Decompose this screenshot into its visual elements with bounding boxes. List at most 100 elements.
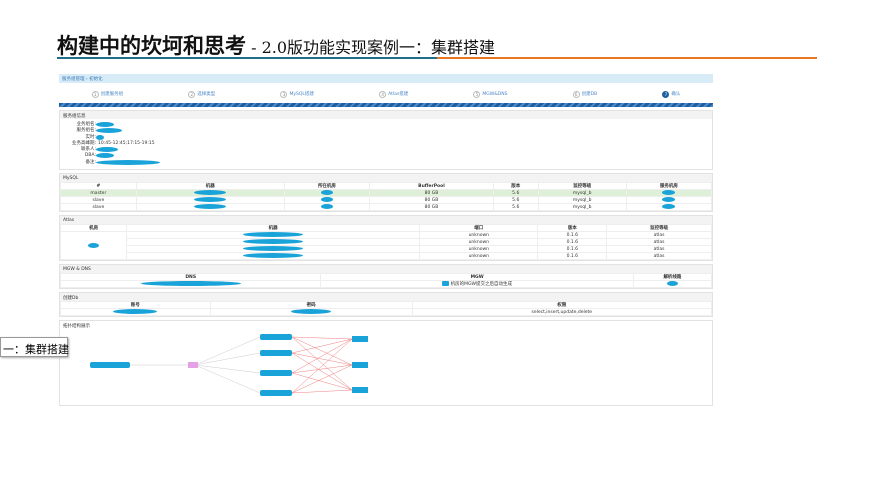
topo-node-dns xyxy=(90,362,130,369)
step-number: 2 xyxy=(188,90,196,98)
col-header: # xyxy=(60,182,137,191)
table-row: unknown 0.1.6 atlas xyxy=(61,252,712,261)
cell: mysql_b xyxy=(537,196,627,205)
cell: atlas xyxy=(606,245,712,254)
table-row: master 80 GB 5.6 mysql_b xyxy=(60,189,713,198)
table-row: unknown 0.1.6 atlas xyxy=(61,238,712,247)
col-header: 服务机房 xyxy=(625,182,713,191)
topo-node-atlas xyxy=(260,390,292,397)
col-header: DNS xyxy=(59,273,322,282)
col-header: 端口 xyxy=(419,224,539,233)
cell: mysql_b xyxy=(537,189,627,198)
redacted xyxy=(88,242,100,248)
redacted xyxy=(96,159,160,165)
info-panel: 服务组信息 业务组名: 服务组名: 实时: 业务高峰期: 10:45-12:45;17:… xyxy=(59,110,713,171)
redacted xyxy=(243,253,304,259)
step-number: 4 xyxy=(379,90,387,98)
col-header: 机房 xyxy=(59,224,128,233)
wizard-steps: 1 创建服务组 2 选择类型 3 MySQL搭建 4 Atlas搭建 5 MGW&DNS 6 创建DB… xyxy=(59,85,713,103)
topo-node-mysql xyxy=(352,387,368,394)
redacted xyxy=(662,197,676,203)
redacted xyxy=(666,281,678,287)
cell: 0.1.6 xyxy=(537,252,608,261)
step-label: MGW&DNS xyxy=(482,91,508,97)
atlas-table: 机房 机器 端口 版本 监控等级 unknown 0.1.6 atlas unknown 0.1.… xyxy=(59,224,712,261)
col-header: MGW xyxy=(320,273,634,282)
wizard-step[interactable]: 2 选择类型 xyxy=(188,90,215,98)
redacted xyxy=(194,204,227,210)
panel-title: 创建Db xyxy=(60,293,712,302)
topology-panel: 拓扑结构展示 xyxy=(59,320,713,407)
step-label: 确认 xyxy=(671,92,681,97)
wizard-step[interactable]: 4 Atlas搭建 xyxy=(379,90,409,98)
step-number: 3 xyxy=(280,90,288,98)
redacted xyxy=(662,204,676,210)
redacted xyxy=(662,190,676,196)
redacted xyxy=(320,197,333,203)
step-number: 5 xyxy=(473,90,481,98)
table-row: slave 80 GB 5.6 mysql_b xyxy=(60,196,713,205)
redacted xyxy=(320,204,333,210)
cell: atlas xyxy=(606,252,712,261)
panel-title: 拓扑结构展示 xyxy=(60,321,712,330)
col-header: 机器 xyxy=(126,224,421,233)
redacted xyxy=(140,281,241,287)
wizard-step[interactable]: 3 MySQL搭建 xyxy=(280,90,314,98)
topo-node-mgw xyxy=(188,362,198,369)
col-header: 监控等级 xyxy=(606,224,712,233)
col-header: 密码 xyxy=(209,301,413,310)
info-row: 备注: xyxy=(60,159,712,166)
redacted xyxy=(194,197,227,203)
redacted xyxy=(243,246,304,252)
topo-node-mysql xyxy=(352,362,368,369)
mysql-panel: MySQL # 机器 所在机房 BufferPool 版本 监控等级 服务机房 master 8… xyxy=(59,173,713,213)
table-row: unknown 0.1.6 atlas xyxy=(59,231,712,261)
cell: 80 GB xyxy=(369,203,494,212)
breadcrumb: 服务组管理 › 初始化 xyxy=(59,74,713,83)
step-label: 创建服务组 xyxy=(100,92,124,97)
col-header: 权限 xyxy=(411,301,713,310)
step-number: 1 xyxy=(91,90,99,98)
step-label: 创建DB xyxy=(581,92,598,97)
col-header: 监控等级 xyxy=(537,182,627,191)
info-label: 备注: xyxy=(85,159,96,165)
redacted xyxy=(243,232,304,238)
cell: slave xyxy=(60,196,137,205)
panel-title: MGW & DNS xyxy=(60,265,712,274)
panel-title: 服务组信息 xyxy=(60,111,712,119)
wizard-step[interactable]: 5 MGW&DNS xyxy=(473,90,508,98)
cell: 5.6 xyxy=(492,196,539,205)
redacted xyxy=(96,128,122,134)
cell: 0.1.6 xyxy=(537,231,608,240)
mysql-table: # 机器 所在机房 BufferPool 版本 监控等级 服务机房 master 80 GB 5.… xyxy=(60,182,713,212)
cell: unknown xyxy=(419,238,539,247)
redacted xyxy=(442,281,450,287)
wizard-step[interactable]: 6 创建DB xyxy=(572,90,598,98)
cell: 0.1.6 xyxy=(537,238,608,247)
redacted xyxy=(113,309,158,315)
db-table: 账号 密码 权限 select,insert,update,delete xyxy=(60,301,713,317)
wizard-step[interactable]: 7 确认 xyxy=(662,90,681,98)
cell: unknown xyxy=(419,252,539,261)
cell: mysql_b xyxy=(537,203,627,212)
redacted xyxy=(291,309,332,315)
panel-title: MySQL xyxy=(60,174,712,183)
redacted xyxy=(96,122,114,127)
cell: slave xyxy=(60,203,137,212)
topo-node-atlas xyxy=(260,370,292,377)
table-row: slave 80 GB 5.6 mysql_b xyxy=(60,203,713,212)
step-label: MySQL搭建 xyxy=(289,92,314,97)
wizard-step[interactable]: 1 创建服务组 xyxy=(91,90,124,98)
db-panel: 创建Db 账号 密码 权限 select,insert,update,delete xyxy=(59,292,713,318)
cell: 5.6 xyxy=(492,203,539,212)
step-number: 6 xyxy=(572,90,580,98)
col-header: 机器 xyxy=(135,182,285,191)
step-label: Atlas搭建 xyxy=(388,92,409,97)
topo-node-mysql xyxy=(352,336,368,343)
slide-title: 构建中的坎坷和思考 - 2.0版功能实现案例一：集群搭建 xyxy=(57,33,496,58)
redacted xyxy=(96,147,118,153)
breadcrumb-item[interactable]: 服务组管理 xyxy=(62,77,85,82)
progress-bar xyxy=(59,103,713,107)
breadcrumb-item: 初始化 xyxy=(89,77,103,82)
cell: 5.6 xyxy=(492,189,539,198)
